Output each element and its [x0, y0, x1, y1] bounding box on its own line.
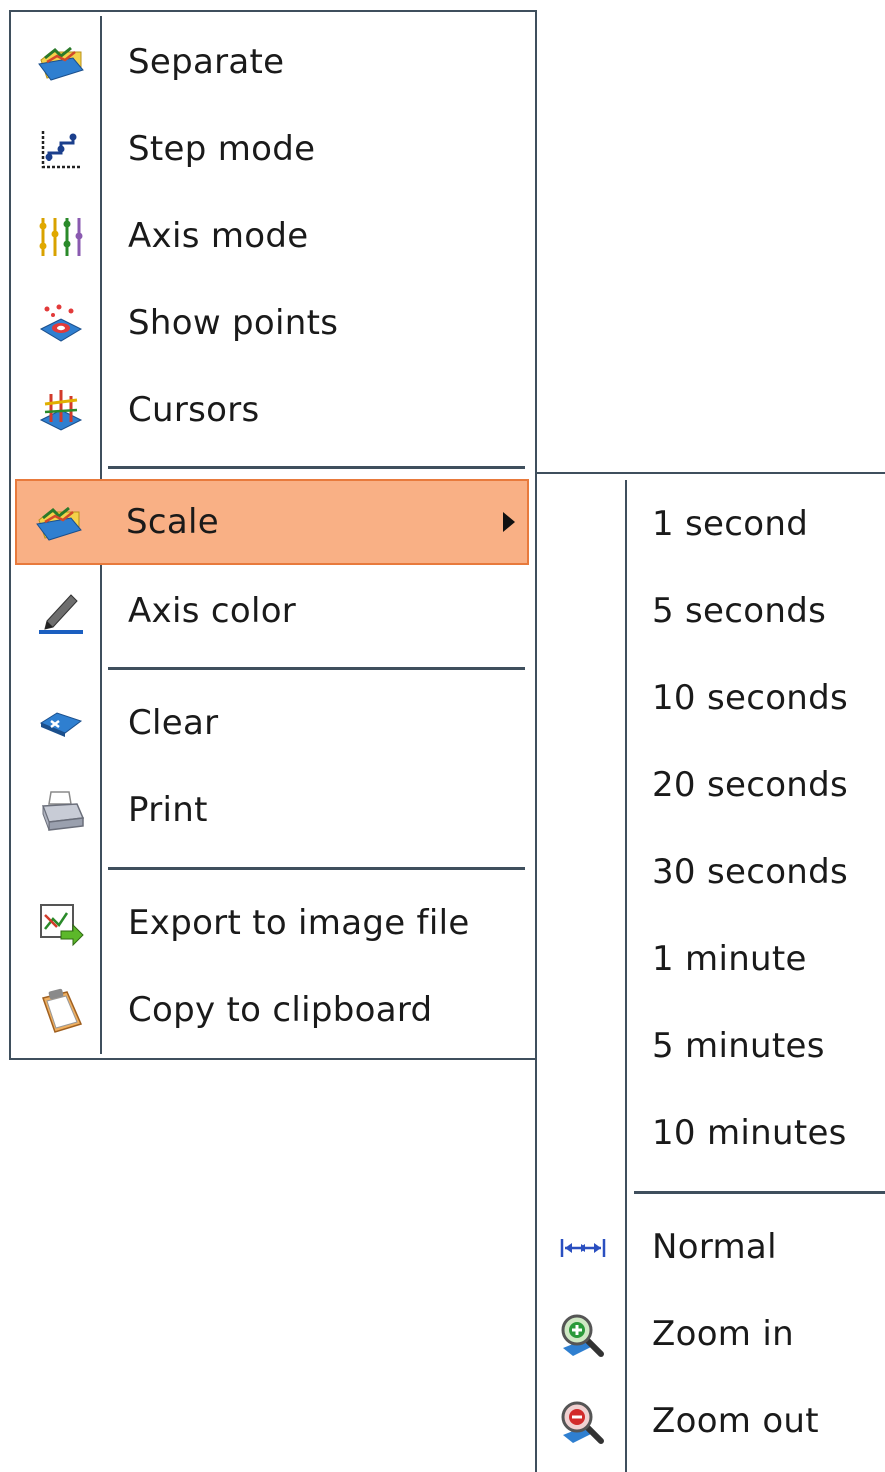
folder-chart-icon	[35, 500, 83, 546]
cursors-icon	[37, 388, 85, 434]
submenu-item-1-minute[interactable]: 1 minute	[537, 916, 885, 1002]
menu-item-label: Zoom out	[652, 1401, 819, 1441]
menu-item-label: 10 minutes	[652, 1113, 847, 1153]
zoom-in-icon	[559, 1312, 607, 1358]
menu-item-label: Axis mode	[128, 216, 309, 256]
menu-item-print[interactable]: Print	[15, 767, 529, 853]
menu-item-label: 10 seconds	[652, 678, 849, 718]
fit-width-icon	[559, 1225, 607, 1271]
menu-item-label: Copy to clipboard	[128, 990, 433, 1030]
menu-item-label: Axis color	[128, 591, 297, 631]
submenu-item-zoom-out[interactable]: Zoom out	[537, 1378, 885, 1464]
submenu-item-10-seconds[interactable]: 10 seconds	[537, 655, 885, 741]
submenu-item-30-seconds[interactable]: 30 seconds	[537, 829, 885, 915]
menu-item-label: Normal	[652, 1227, 777, 1267]
menu-item-export-image[interactable]: Export to image file	[15, 880, 529, 966]
menu-item-label: Separate	[128, 42, 285, 82]
menu-item-label: 1 minute	[652, 939, 807, 979]
submenu-item-20-seconds[interactable]: 20 seconds	[537, 742, 885, 828]
submenu-item-5-seconds[interactable]: 5 seconds	[537, 568, 885, 654]
submenu-item-5-minutes[interactable]: 5 minutes	[537, 1003, 885, 1089]
menu-separator	[108, 466, 525, 469]
axis-bars-icon	[37, 214, 85, 260]
scale-submenu: 1 second 5 seconds 10 seconds 20 seconds…	[535, 472, 885, 1472]
context-menu: Separate Step mode Axis mode Show points…	[9, 10, 537, 1060]
menu-separator	[108, 667, 525, 670]
menu-item-label: Step mode	[128, 129, 316, 169]
menu-item-label: Export to image file	[128, 903, 470, 943]
submenu-item-10-minutes[interactable]: 10 minutes	[537, 1090, 885, 1176]
menu-item-cursors[interactable]: Cursors	[15, 367, 529, 453]
menu-item-label: Clear	[128, 703, 219, 743]
menu-item-label: 30 seconds	[652, 852, 849, 892]
menu-separator	[634, 1191, 885, 1194]
menu-separator	[108, 867, 525, 870]
points-icon	[37, 301, 85, 347]
menu-item-scale[interactable]: Scale	[15, 479, 529, 565]
menu-item-label: Scale	[126, 502, 219, 542]
menu-item-clear[interactable]: Clear	[15, 680, 529, 766]
menu-item-label: Show points	[128, 303, 339, 343]
menu-item-label: 5 minutes	[652, 1026, 825, 1066]
menu-item-label: 5 seconds	[652, 591, 827, 631]
menu-item-axis-color[interactable]: Axis color	[15, 568, 529, 654]
submenu-arrow-icon	[503, 512, 515, 532]
menu-item-axis-mode[interactable]: Axis mode	[15, 193, 529, 279]
menu-item-step-mode[interactable]: Step mode	[15, 106, 529, 192]
menu-item-label: 20 seconds	[652, 765, 849, 805]
step-chart-icon	[37, 127, 85, 173]
clipboard-icon	[37, 988, 85, 1034]
menu-item-show-points[interactable]: Show points	[15, 280, 529, 366]
zoom-out-icon	[559, 1399, 607, 1445]
submenu-item-1-second[interactable]: 1 second	[537, 481, 885, 567]
eraser-icon	[37, 701, 85, 747]
pencil-icon	[37, 589, 85, 635]
folder-chart-icon	[37, 40, 85, 86]
export-image-icon	[37, 901, 85, 947]
menu-item-label: 1 second	[652, 504, 809, 544]
printer-icon	[37, 788, 85, 834]
menu-item-label: Zoom in	[652, 1314, 794, 1354]
menu-item-label: Cursors	[128, 390, 260, 430]
menu-item-separate[interactable]: Separate	[15, 19, 529, 105]
submenu-item-normal[interactable]: Normal	[537, 1204, 885, 1290]
menu-item-copy-clipboard[interactable]: Copy to clipboard	[15, 967, 529, 1053]
menu-item-label: Print	[128, 790, 208, 830]
submenu-item-zoom-in[interactable]: Zoom in	[537, 1291, 885, 1377]
